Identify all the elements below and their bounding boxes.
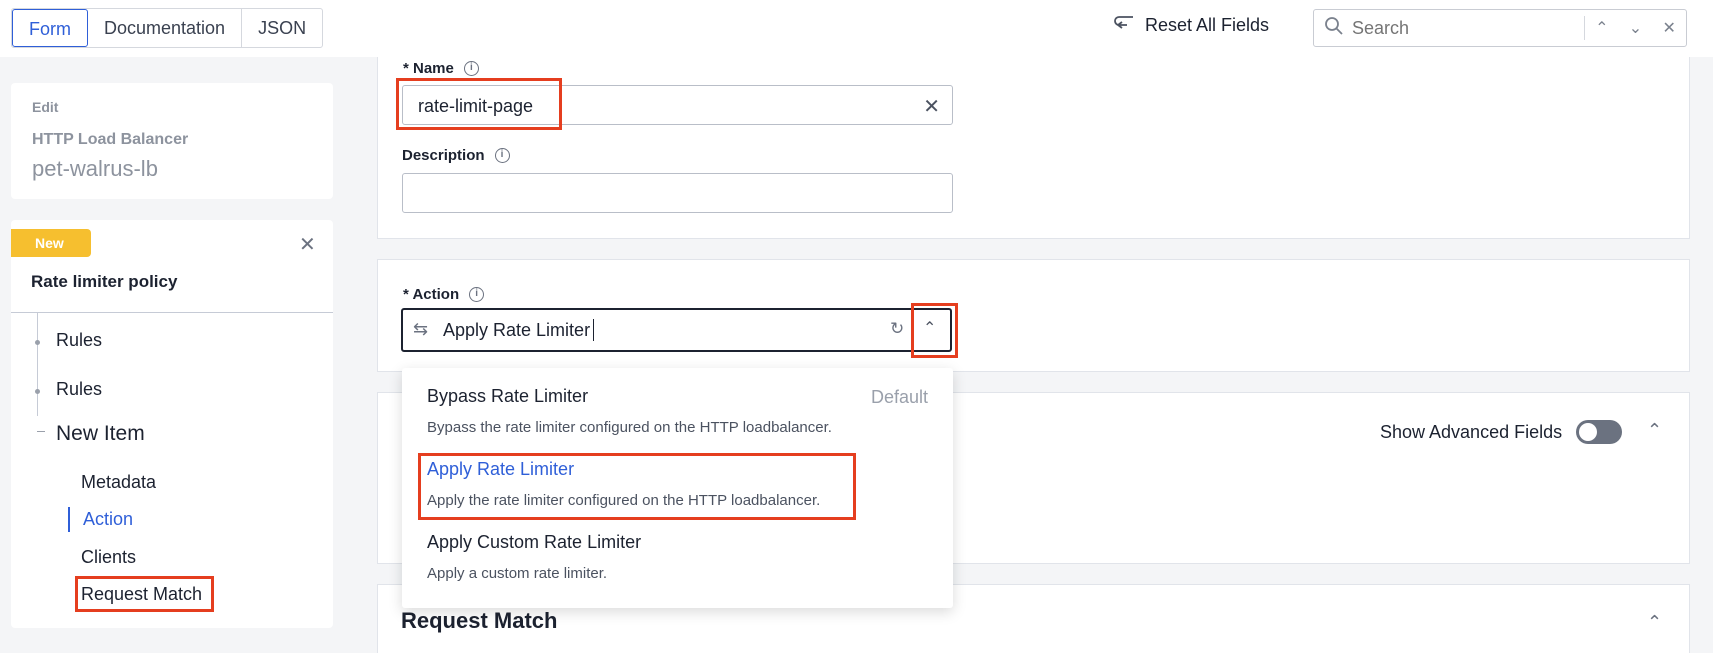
option-bypass-rate-limiter[interactable]: Bypass Rate Limiter Bypass the rate limi… <box>427 386 832 436</box>
highlight-request-match <box>75 576 214 612</box>
chevron-up-icon[interactable]: ⌃ <box>1647 612 1662 633</box>
tree-item-rules-2[interactable]: Rules <box>56 379 102 400</box>
search-icon <box>1324 16 1344 41</box>
new-badge: New <box>11 229 91 257</box>
reset-all-fields-button[interactable]: Reset All Fields <box>1113 14 1269 37</box>
active-indicator <box>68 507 70 532</box>
highlight-dropdown-toggle <box>911 303 958 358</box>
shuffle-icon: ⇆ <box>413 319 429 339</box>
option-title: Apply Custom Rate Limiter <box>427 532 642 552</box>
default-tag: Default <box>870 387 928 407</box>
sidebar-item-action[interactable]: Action <box>83 509 133 530</box>
tree-branch <box>37 431 45 432</box>
view-tabs: Form Documentation JSON <box>11 8 324 48</box>
info-icon[interactable]: i <box>494 148 510 163</box>
reset-label: Reset All Fields <box>1145 15 1270 35</box>
description-field[interactable] <box>402 173 953 213</box>
tab-json[interactable]: JSON <box>242 9 322 47</box>
text-caret <box>593 319 594 341</box>
object-name: pet-walrus-lb <box>32 156 158 181</box>
option-description: Apply a custom rate limiter. <box>427 565 608 582</box>
undo-icon <box>1113 14 1135 37</box>
tree-dot <box>35 389 40 394</box>
request-match-title: Request Match <box>401 608 558 633</box>
tab-documentation[interactable]: Documentation <box>88 9 243 47</box>
show-advanced-toggle[interactable] <box>1576 420 1623 444</box>
action-value: Apply Rate Limiter <box>443 320 591 340</box>
top-toolbar: Form Documentation JSON Reset All Fields… <box>0 0 1713 57</box>
close-icon[interactable]: ✕ <box>299 232 316 257</box>
option-apply-custom-rate-limiter[interactable]: Apply Custom Rate Limiter Apply a custom… <box>427 532 641 582</box>
show-advanced-fields: Show Advanced Fields <box>1380 420 1623 444</box>
tree-item-rules[interactable]: Rules <box>56 330 102 351</box>
option-title: Bypass Rate Limiter <box>427 386 589 406</box>
highlight-name-field <box>396 78 562 130</box>
clear-icon[interactable]: ✕ <box>923 94 940 119</box>
option-description: Bypass the rate limiter configured on th… <box>427 419 832 436</box>
highlight-apply-option <box>418 453 856 520</box>
nav-divider <box>11 312 333 313</box>
sidebar-item-metadata[interactable]: Metadata <box>81 472 156 493</box>
tree-dot <box>35 340 40 345</box>
edit-card: Edit HTTP Load Balancer pet-walrus-lb <box>11 83 333 199</box>
info-icon[interactable]: i <box>469 287 485 302</box>
info-icon[interactable]: i <box>463 61 479 76</box>
description-label: Description i <box>402 147 510 164</box>
tab-form[interactable]: Form <box>12 9 88 47</box>
chevron-up-icon[interactable]: ⌃ <box>1647 420 1662 441</box>
name-label: * Name i <box>403 60 479 77</box>
search-next-icon[interactable]: ⌄ <box>1619 18 1653 38</box>
navigation-card: New ✕ Rate limiter policy Rules Rules Ne… <box>11 220 333 628</box>
show-advanced-label: Show Advanced Fields <box>1380 421 1563 442</box>
action-label: * Action i <box>403 286 485 303</box>
tree-item-new-item[interactable]: New Item <box>56 422 145 446</box>
sidebar-item-clients[interactable]: Clients <box>81 547 136 568</box>
refresh-icon[interactable]: ↻ <box>890 319 904 339</box>
search-input[interactable] <box>1352 17 1584 39</box>
edit-label: Edit <box>32 99 59 115</box>
object-type: HTTP Load Balancer <box>32 131 189 148</box>
search-close-icon[interactable]: ✕ <box>1652 18 1686 38</box>
tree-connector <box>37 313 38 416</box>
search-box: ⌃ ⌄ ✕ <box>1313 9 1687 47</box>
policy-title: Rate limiter policy <box>31 272 178 291</box>
search-prev-icon[interactable]: ⌃ <box>1585 18 1619 38</box>
action-select[interactable]: ⇆ Apply Rate Limiter ↻ ⌃ <box>401 308 952 352</box>
